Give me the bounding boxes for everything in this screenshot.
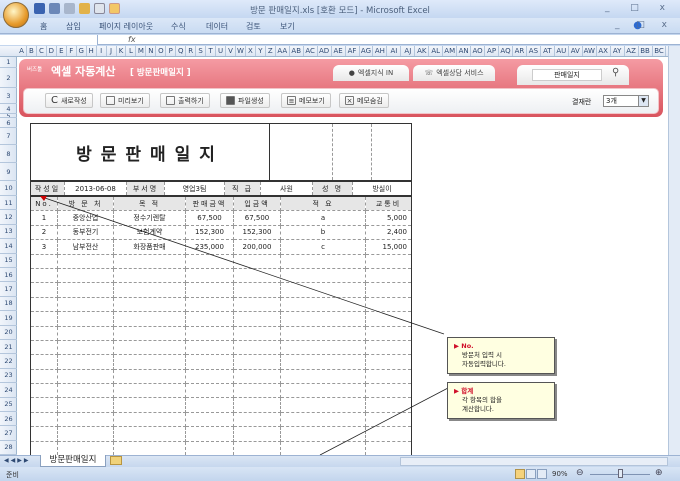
comment-note: ▶ 합계 각 항목의 합을 계산합니다. xyxy=(447,382,555,419)
note-title-text: No. xyxy=(461,342,474,350)
zoom-slider-handle[interactable] xyxy=(618,469,623,478)
insert-sheet-icon[interactable] xyxy=(110,456,122,465)
note-line: 계산합니다. xyxy=(462,405,494,413)
note-connectors xyxy=(40,196,449,456)
note-line: 방문처 입력 시 xyxy=(462,351,503,359)
page-layout-view-icon[interactable] xyxy=(526,469,536,479)
note-title: ▶ 합계 xyxy=(454,387,474,395)
note-line: 각 항목의 합을 xyxy=(462,396,503,404)
note-title-text: 합계 xyxy=(461,387,474,395)
note-title: ▶ No. xyxy=(454,342,474,350)
view-buttons xyxy=(515,469,547,479)
note-line: 자동입력합니다. xyxy=(462,360,506,368)
sheet-nav-arrows[interactable]: ◀◀▶▶ xyxy=(4,457,30,464)
zoom-in-icon[interactable]: ⊕ xyxy=(655,468,663,478)
office-button[interactable] xyxy=(3,2,29,28)
status-text: 준비 xyxy=(6,471,19,479)
horizontal-scrollbar[interactable] xyxy=(400,457,668,466)
normal-view-icon[interactable] xyxy=(515,469,525,479)
note-arrow-line xyxy=(319,387,449,456)
zoom-out-icon[interactable]: ⊖ xyxy=(576,468,584,478)
zoom-level[interactable]: 90% xyxy=(552,470,568,478)
page-break-view-icon[interactable] xyxy=(537,469,547,479)
note-arrow-line xyxy=(41,196,445,335)
comment-note: ▶ No. 방문처 입력 시 자동입력합니다. xyxy=(447,337,555,374)
sheet-tab[interactable]: 방문판매일지 xyxy=(40,455,106,467)
